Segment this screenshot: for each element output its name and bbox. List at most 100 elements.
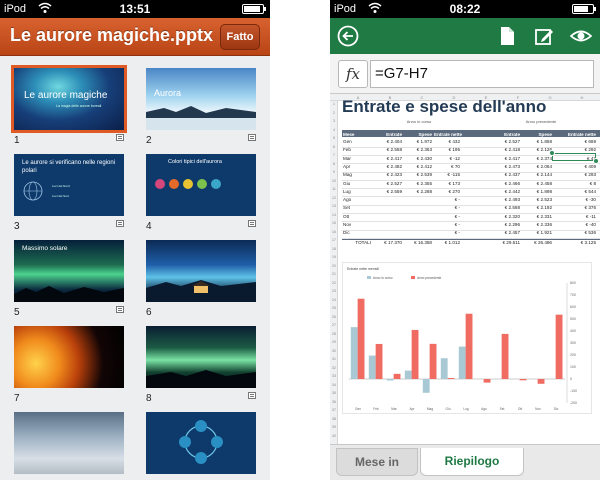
column-header: Mese [343, 131, 355, 137]
document-icon[interactable] [496, 25, 518, 47]
done-button[interactable]: Fatto [220, 24, 260, 50]
row-number: 27 [332, 323, 336, 327]
slide-thumbnail-5[interactable]: Massimo solare [14, 240, 124, 302]
table-cell: Dic [343, 230, 350, 236]
slide-number: 8 [146, 393, 152, 404]
table-cell: € 432 [448, 139, 461, 144]
color-swatches [155, 179, 221, 189]
table-cell: € 8 [589, 180, 596, 186]
column-header: Spese [418, 131, 432, 137]
notes-icon [116, 134, 124, 141]
row-number: 34 [332, 382, 336, 387]
notes-icon [116, 220, 124, 227]
bar-previous [447, 378, 455, 379]
table-cell: € - [454, 197, 460, 203]
table-cell: € 2.442 [504, 188, 520, 194]
spreadsheet-grid[interactable]: ABCDEFGHI 123456789101112131415161718192… [330, 94, 600, 444]
eye-icon[interactable] [569, 25, 593, 47]
table-cell: € 376 [584, 205, 597, 211]
table-cell: € 2.539 [416, 172, 432, 178]
slide-3-title: Le aurore si verificano nelle regioni po… [22, 160, 116, 174]
table-cell: € 2.558 [386, 147, 402, 153]
column-header: Entrate [504, 131, 520, 137]
bar-chart: -200 -100 0 100 200 300 400 500 600 700 800 Gen Feb M… [349, 276, 577, 411]
y-tick-label: 0 [570, 377, 572, 381]
table-cell: Nov [343, 222, 352, 227]
formula-input[interactable]: =G7-H7 [370, 60, 594, 88]
table-cell: € 195 [448, 147, 461, 153]
table-cell: € 70 [451, 163, 460, 169]
slide-number: 2 [146, 135, 152, 146]
table-cell: € 669 [584, 139, 597, 144]
table-cell: Ago [343, 197, 352, 203]
slide-thumbnail-7[interactable] [14, 326, 124, 388]
slide-1-subtitle: La magia delle aurore boreali [56, 104, 102, 108]
slide-thumbnail-8[interactable] [146, 326, 256, 388]
clock: 08:22 [449, 2, 481, 16]
document-title: Le aurore magiche.pptx [10, 25, 214, 45]
x-tick-label: Mag [427, 407, 433, 411]
table-cell: € 2.192 [536, 205, 552, 211]
row-number: 5 [333, 136, 335, 140]
table-cell: € 292 [584, 147, 597, 153]
row-number: 39 [332, 425, 336, 429]
row-number: 32 [332, 365, 336, 370]
table-cell: € 2.466 [504, 180, 520, 186]
table-cell: Gen [343, 139, 352, 144]
row-number: 7 [333, 153, 335, 157]
table-cell: € -12 [449, 155, 460, 161]
table-cell: € 2.064 [536, 163, 552, 169]
row-number: 18 [332, 246, 336, 251]
row-number: 35 [332, 391, 336, 395]
x-tick-label: Feb [373, 407, 379, 411]
totals-cell: € 1.012 [444, 239, 460, 245]
totals-cell: € 29.611 [502, 239, 520, 245]
excel-toolbar [330, 18, 600, 54]
table-cell: € 2.568 [504, 205, 520, 211]
slide-thumbnail-10[interactable] [146, 412, 256, 474]
edit-icon[interactable] [533, 25, 555, 47]
notes-icon [116, 306, 124, 313]
y-tick-label: -200 [570, 401, 577, 405]
table-cell: € 1.858 [536, 139, 552, 144]
slide-thumbnail-list[interactable]: Le aurore magiche La magia delle aurore … [0, 56, 270, 480]
slide-thumbnail-1[interactable]: Le aurore magiche La magia delle aurore … [11, 65, 127, 133]
slide-thumbnail-9[interactable] [14, 412, 124, 474]
table-cell: € 2.493 [504, 197, 520, 203]
selected-cell[interactable] [552, 153, 596, 161]
legend-swatch [367, 276, 371, 279]
table-cell: € 270 [448, 188, 461, 194]
table-cell: € 2.457 [504, 230, 520, 236]
row-number: 22 [332, 280, 336, 285]
slide-thumbnail-3[interactable]: Le aurore si verificano nelle regioni po… [14, 154, 124, 216]
back-arrow-icon[interactable] [337, 25, 359, 47]
table-cell: € 544 [584, 188, 597, 194]
table-cell: € 2.430 [416, 155, 432, 161]
legend-label: Anno precedente [417, 276, 442, 280]
totals-cell: € 26.486 [534, 239, 552, 245]
table-cell: € 173 [448, 180, 461, 186]
row-number: 13 [332, 204, 336, 208]
selection-handle[interactable] [593, 158, 599, 164]
table-cell: € 2.523 [536, 197, 552, 203]
x-tick-label: Ott [518, 407, 522, 411]
tab-riepilogo-mensile[interactable]: Riepilogo mensile [420, 448, 524, 476]
selection-handle[interactable] [549, 150, 555, 156]
x-tick-label: Gen [355, 407, 361, 411]
slide-thumbnail-4[interactable]: Colori tipici dell'aurora [146, 154, 256, 216]
y-tick-label: 300 [570, 341, 576, 345]
table-cell: € 293 [584, 172, 597, 178]
y-tick-label: 600 [570, 305, 576, 309]
bar-previous [429, 343, 437, 379]
chart-area[interactable]: Entrate nette mensili -200 -100 0 100 200 300… [342, 262, 592, 414]
function-button[interactable]: fx [338, 60, 368, 88]
table-cell: Giu [343, 180, 351, 186]
bar-current [440, 358, 448, 379]
table-cell: € 2.437 [504, 172, 520, 178]
table-cell: € - [454, 213, 460, 219]
tab-mese-in-corso[interactable]: Mese in corso [336, 448, 418, 476]
slide-thumbnail-2[interactable]: Aurora [146, 68, 256, 130]
slide-thumbnail-6[interactable] [146, 240, 256, 302]
group-current-year: Anno in corso [406, 119, 432, 124]
table-cell: € 2.417 [504, 155, 520, 161]
